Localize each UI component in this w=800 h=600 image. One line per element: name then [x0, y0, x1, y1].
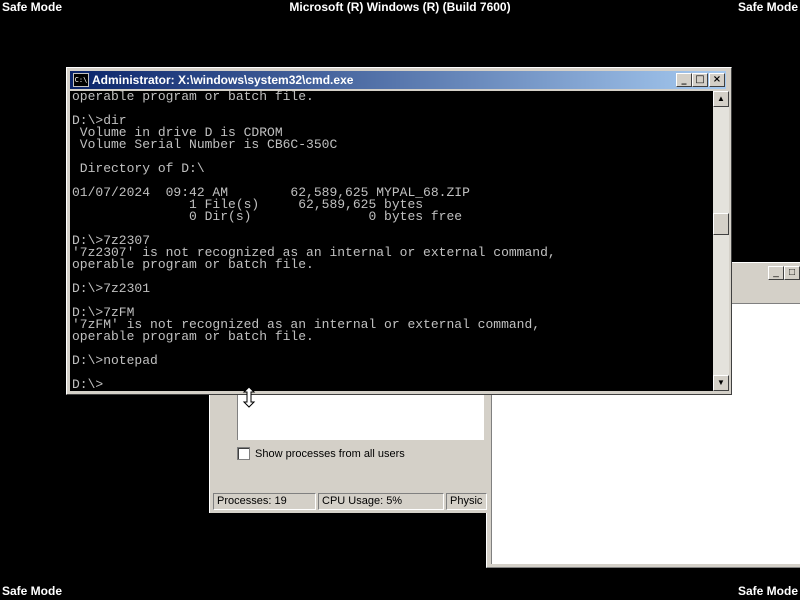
console-line: D:\> [72, 377, 104, 391]
status-cpu-usage: CPU Usage: 5% [318, 493, 444, 510]
notepad-minimize-button[interactable]: _ [768, 266, 784, 280]
show-all-users-option[interactable]: Show processes from all users [237, 447, 405, 460]
safe-mode-label-bottom-left: Safe Mode [2, 584, 63, 598]
notepad-menubar [735, 281, 800, 301]
console-output: operable program or batch file. D:\>dir V… [70, 91, 713, 391]
status-physical-memory: Physic [446, 493, 487, 510]
scrollbar-thumb[interactable] [713, 213, 729, 235]
windows-build-label: Microsoft (R) Windows (R) (Build 7600) [289, 0, 511, 14]
cmd-icon[interactable]: C:\ [73, 73, 89, 87]
show-all-users-label: Show processes from all users [255, 447, 405, 460]
console-line: 0 Dir(s) 0 bytes free [72, 209, 463, 224]
console-line: operable program or batch file. [72, 91, 314, 104]
notepad-maximize-button[interactable]: □ [784, 266, 800, 280]
scroll-up-arrow-icon[interactable]: ▲ [713, 91, 729, 107]
show-all-users-checkbox[interactable] [237, 447, 250, 460]
safe-mode-label-top-right: Safe Mode [737, 0, 798, 14]
status-processes: Processes: 19 [213, 493, 316, 510]
cmd-maximize-button[interactable]: □ [692, 73, 708, 87]
scroll-down-arrow-icon[interactable]: ▼ [713, 375, 729, 391]
cmd-titlebar[interactable]: C:\ Administrator: X:\windows\system32\c… [70, 71, 726, 89]
console-line: D:\>7z2301 [72, 281, 151, 296]
console-line: Volume Serial Number is CB6C-350C [72, 137, 338, 152]
task-manager-status-bar: Processes: 19 CPU Usage: 5% Physic [213, 493, 489, 510]
console-line: operable program or batch file. [72, 329, 314, 344]
cmd-minimize-button[interactable]: _ [676, 73, 692, 87]
console-line: Directory of D:\ [72, 161, 205, 176]
cmd-title-text: Administrator: X:\windows\system32\cmd.e… [92, 73, 354, 87]
console-line: D:\>notepad [72, 353, 158, 368]
cmd-window[interactable]: C:\ Administrator: X:\windows\system32\c… [66, 67, 732, 395]
cmd-console[interactable]: operable program or batch file. D:\>dir V… [70, 91, 713, 391]
vertical-resize-cursor-icon [242, 386, 256, 408]
cmd-close-button[interactable]: × [709, 73, 725, 87]
safe-mode-label-bottom-right: Safe Mode [737, 584, 798, 598]
console-line: operable program or batch file. [72, 257, 314, 272]
cmd-vertical-scrollbar[interactable]: ▲ ▼ [713, 91, 729, 391]
